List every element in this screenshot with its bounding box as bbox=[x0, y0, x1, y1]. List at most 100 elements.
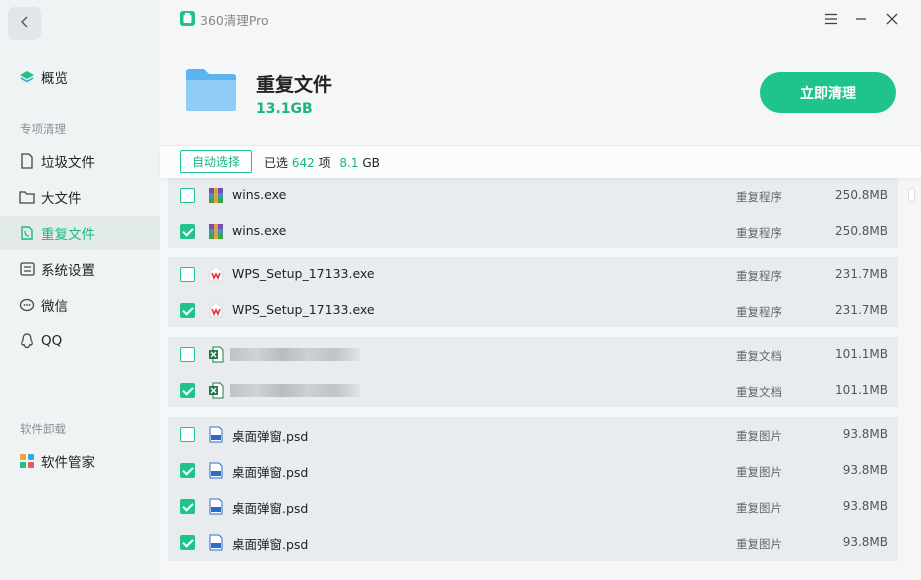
table-row[interactable]: wins.exe 重复程序 250.8MB bbox=[168, 178, 898, 214]
file-size: 93.8MB bbox=[842, 499, 888, 513]
table-row[interactable]: 桌面弹窗.psd 重复图片 93.8MB bbox=[168, 453, 898, 489]
menu-icon bbox=[824, 10, 838, 29]
sidebar-item-junk[interactable]: 垃圾文件 bbox=[0, 144, 160, 178]
selection-toolbar: 自动选择 已选 642 项 8.1 GB bbox=[160, 145, 921, 178]
row-checkbox[interactable] bbox=[180, 383, 195, 398]
settings-panel-icon bbox=[19, 261, 35, 277]
winrar-icon bbox=[208, 187, 224, 204]
sidebar-item-label: 重复文件 bbox=[41, 227, 95, 243]
app-title: 360清理Pro bbox=[200, 13, 269, 28]
folder-icon bbox=[185, 68, 237, 112]
selected-size: 8.1 bbox=[339, 156, 359, 170]
file-size: 101.1MB bbox=[835, 383, 888, 397]
page-title: 重复文件 bbox=[256, 74, 333, 96]
duplicate-file-icon bbox=[19, 225, 35, 241]
file-type: 重复图片 bbox=[736, 501, 782, 515]
row-checkbox[interactable] bbox=[180, 499, 195, 514]
row-checkbox[interactable] bbox=[180, 347, 195, 362]
sidebar-item-qq[interactable]: QQ bbox=[0, 324, 160, 358]
table-row[interactable]: 桌面弹窗.psd 重复图片 93.8MB bbox=[168, 489, 898, 525]
sidebar-item-duplicate-files[interactable]: 重复文件 bbox=[0, 216, 160, 250]
row-checkbox[interactable] bbox=[180, 535, 195, 550]
psd-icon bbox=[208, 426, 224, 443]
table-row[interactable]: 重复文档 101.1MB bbox=[168, 337, 898, 373]
row-checkbox[interactable] bbox=[180, 427, 195, 442]
row-checkbox[interactable] bbox=[180, 267, 195, 282]
minimize-button[interactable] bbox=[852, 10, 870, 28]
table-row[interactable]: 重复文档 101.1MB bbox=[168, 373, 898, 409]
file-size: 93.8MB bbox=[842, 427, 888, 441]
table-row[interactable]: 桌面弹窗.psd 重复图片 93.8MB bbox=[168, 525, 898, 561]
file-name: WPS_Setup_17133.exe bbox=[232, 266, 375, 281]
close-button[interactable] bbox=[883, 10, 901, 28]
layers-icon bbox=[19, 69, 35, 85]
sidebar-item-wechat[interactable]: 微信 bbox=[0, 288, 160, 322]
wps-icon bbox=[208, 302, 224, 319]
file-size: 93.8MB bbox=[842, 463, 888, 477]
file-type: 重复程序 bbox=[736, 305, 782, 319]
page-header: 重复文件 13.1GB 立即清理 bbox=[160, 40, 921, 145]
file-name: wins.exe bbox=[232, 223, 287, 238]
file-size: 93.8MB bbox=[842, 535, 888, 549]
sidebar-item-overview[interactable]: 概览 bbox=[0, 60, 160, 94]
clean-now-button[interactable]: 立即清理 bbox=[760, 72, 896, 113]
sidebar-item-label: 大文件 bbox=[41, 191, 82, 207]
file-name-redacted bbox=[230, 348, 360, 361]
software-manager-icon bbox=[19, 453, 35, 469]
file-name-redacted bbox=[230, 384, 360, 397]
section-label-software: 软件卸载 bbox=[20, 422, 66, 436]
sidebar-item-software-manager[interactable]: 软件管家 bbox=[0, 444, 160, 478]
selection-summary: 已选 642 项 8.1 GB bbox=[264, 154, 380, 171]
file-name: 桌面弹窗.psd bbox=[232, 465, 309, 480]
sidebar-item-label: 系统设置 bbox=[41, 263, 95, 279]
file-group: 重复文档 101.1MB 重复文档 101.1MB bbox=[168, 337, 898, 407]
file-size: 231.7MB bbox=[835, 303, 888, 317]
file-type: 重复文档 bbox=[736, 349, 782, 363]
file-size: 250.8MB bbox=[835, 188, 888, 202]
count-unit: 项 bbox=[318, 156, 331, 170]
sidebar-item-large-files[interactable]: 大文件 bbox=[0, 180, 160, 214]
section-label-special: 专项清理 bbox=[20, 122, 66, 136]
file-name: 桌面弹窗.psd bbox=[232, 537, 309, 552]
file-name: WPS_Setup_17133.exe bbox=[232, 302, 375, 317]
file-type: 重复图片 bbox=[736, 537, 782, 551]
file-type: 重复程序 bbox=[736, 269, 782, 283]
auto-select-button[interactable]: 自动选择 bbox=[180, 150, 252, 173]
table-row[interactable]: 桌面弹窗.psd 重复图片 93.8MB bbox=[168, 417, 898, 453]
excel-icon bbox=[208, 346, 224, 363]
close-icon bbox=[886, 10, 898, 29]
psd-icon bbox=[208, 462, 224, 479]
row-checkbox[interactable] bbox=[180, 188, 195, 203]
duplicate-file-list: wins.exe 重复程序 250.8MB wins.exe 重复程序 250.… bbox=[168, 178, 905, 580]
back-button[interactable] bbox=[8, 7, 41, 40]
row-checkbox[interactable] bbox=[180, 463, 195, 478]
file-size: 250.8MB bbox=[835, 224, 888, 238]
qq-icon bbox=[19, 333, 35, 349]
menu-button[interactable] bbox=[822, 10, 840, 28]
file-size: 231.7MB bbox=[835, 267, 888, 281]
row-checkbox[interactable] bbox=[180, 303, 195, 318]
sidebar-item-label: 概览 bbox=[41, 71, 68, 87]
selected-count: 642 bbox=[291, 156, 315, 170]
row-checkbox[interactable] bbox=[180, 224, 195, 239]
file-type: 重复程序 bbox=[736, 190, 782, 204]
main-panel: 360清理Pro 重复文件 13.1GB 立即清理 自动选择 已选 642 项 … bbox=[160, 0, 921, 580]
wps-icon bbox=[208, 266, 224, 283]
file-size: 101.1MB bbox=[835, 347, 888, 361]
sidebar: 概览 专项清理 垃圾文件 大文件 重复文件 系统设置 微信 QQ 软件卸载 软件… bbox=[0, 0, 160, 580]
file-type: 重复程序 bbox=[736, 226, 782, 240]
wechat-icon bbox=[19, 297, 35, 313]
sidebar-item-label: 微信 bbox=[41, 299, 68, 315]
sidebar-item-label: 垃圾文件 bbox=[41, 155, 95, 171]
file-name: wins.exe bbox=[232, 187, 287, 202]
sidebar-item-system-settings[interactable]: 系统设置 bbox=[0, 252, 160, 286]
table-row[interactable]: wins.exe 重复程序 250.8MB bbox=[168, 214, 898, 250]
table-row[interactable]: WPS_Setup_17133.exe 重复程序 231.7MB bbox=[168, 293, 898, 329]
file-group: wins.exe 重复程序 250.8MB wins.exe 重复程序 250.… bbox=[168, 178, 898, 248]
total-size: 13.1GB bbox=[256, 101, 313, 117]
table-row[interactable]: WPS_Setup_17133.exe 重复程序 231.7MB bbox=[168, 257, 898, 293]
sidebar-item-label: 软件管家 bbox=[41, 455, 95, 471]
file-type: 重复文档 bbox=[736, 385, 782, 399]
scrollbar-thumb[interactable] bbox=[908, 188, 915, 202]
file-type: 重复图片 bbox=[736, 465, 782, 479]
